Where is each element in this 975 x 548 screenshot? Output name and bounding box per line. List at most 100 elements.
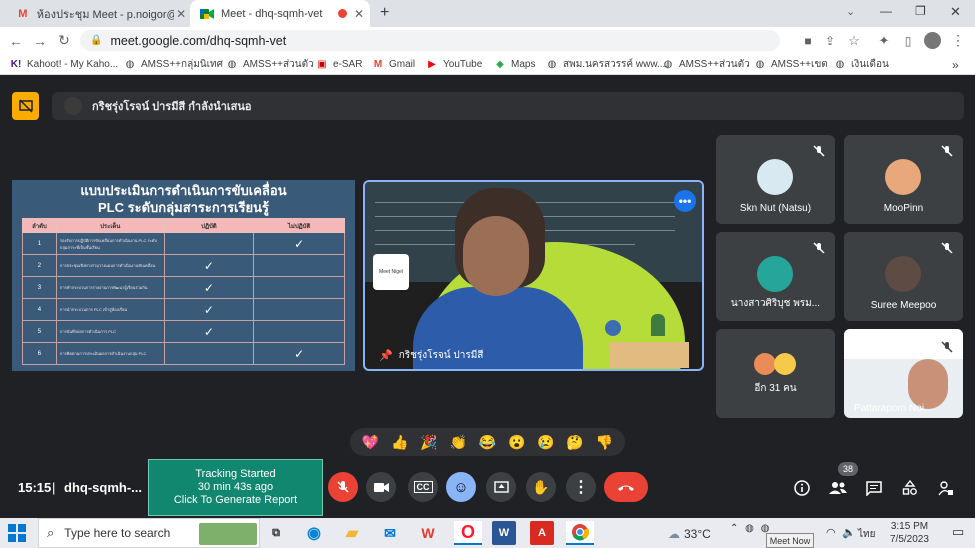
- volume-icon[interactable]: 🔈: [842, 526, 856, 539]
- participant-tile[interactable]: Suree Meepoo: [844, 232, 963, 321]
- end-call-button[interactable]: [604, 472, 648, 502]
- meeting-info-button[interactable]: [790, 476, 814, 500]
- activities-button[interactable]: [898, 476, 922, 500]
- tracking-report-button[interactable]: Tracking Started 30 min 43s ago Click To…: [148, 459, 323, 516]
- check-icon: ✓: [163, 298, 255, 321]
- bookmark-kahoot[interactable]: K! Kahoot! - My Kaho...: [10, 54, 118, 75]
- menu-kebab-icon[interactable]: ⋮: [946, 27, 970, 54]
- more-options-button[interactable]: •••: [674, 190, 696, 212]
- reaction-party[interactable]: 🎉: [420, 434, 437, 451]
- mic-toggle-button[interactable]: [328, 472, 358, 502]
- reaction-heart[interactable]: 💖: [362, 434, 379, 451]
- reaction-laugh[interactable]: 😂: [479, 434, 496, 451]
- bookmark-amss-khet[interactable]: ◍ AMSS++เขต: [754, 54, 828, 75]
- tab-meet[interactable]: Meet - dhq-sqmh-vet ✕: [190, 0, 370, 27]
- table-row: 4 การนำกระบวนการ PLC เข้าสู่ห้องเรียน ✓: [22, 298, 345, 321]
- shared-slide[interactable]: แบบประเมินการดำเนินการขับเคลื่อน PLC ระด…: [12, 180, 355, 371]
- weather-widget[interactable]: ☁ 33°C: [668, 527, 711, 541]
- speaker-name-label: 📌 กริชรุ่งโรจน์ ปารมีสี: [379, 349, 484, 362]
- bookmark-youtube[interactable]: ▶ YouTube: [426, 54, 482, 75]
- tab-search-icon[interactable]: ⌄: [846, 5, 855, 18]
- bookmarks-overflow-icon[interactable]: »: [952, 54, 959, 75]
- close-tab-icon[interactable]: ✕: [352, 7, 366, 21]
- camera-toggle-button[interactable]: [366, 472, 396, 502]
- others-tile[interactable]: อีก 31 คน: [716, 329, 835, 418]
- search-highlight-image: [199, 523, 257, 545]
- active-speaker-tile[interactable]: Meet Nigel ••• 📌 กริชรุ่งโรจน์ ปารมีสี: [363, 180, 704, 371]
- camera-indicator-icon[interactable]: ■: [796, 27, 820, 54]
- meeting-clock: 15:15: [18, 480, 52, 495]
- chevron-up-icon[interactable]: ⌃: [730, 523, 738, 534]
- mail-icon[interactable]: ✉: [378, 521, 402, 545]
- acrobat-icon[interactable]: A: [530, 521, 554, 545]
- reaction-sad[interactable]: 😢: [537, 434, 554, 451]
- captions-button[interactable]: CC: [408, 472, 438, 502]
- reaction-surprised[interactable]: 😮: [508, 434, 525, 451]
- input-language[interactable]: ไทย: [858, 527, 875, 542]
- reaction-thinking[interactable]: 🤔: [566, 434, 583, 451]
- side-panel-icon[interactable]: ▯: [896, 27, 920, 54]
- avatar: [754, 353, 776, 375]
- more-options-button[interactable]: ⋮: [566, 472, 596, 502]
- opera-icon[interactable]: O: [454, 521, 482, 545]
- gmail-icon: M: [18, 7, 28, 20]
- phone-hangup-icon: [618, 485, 634, 491]
- raise-hand-button[interactable]: ✋: [526, 472, 556, 502]
- participant-tile[interactable]: Skn Nut (Natsu): [716, 135, 835, 224]
- mic-off-icon: [811, 240, 827, 256]
- wifi-icon[interactable]: ◠: [826, 526, 836, 539]
- extensions-icon[interactable]: ✦: [872, 27, 896, 54]
- back-icon[interactable]: ←: [4, 27, 28, 54]
- presenting-banner: กริชรุ่งโรจน์ ปารมีสี กำลังนำเสนอ: [52, 92, 964, 120]
- share-icon[interactable]: ⇪: [818, 27, 842, 54]
- edge-icon[interactable]: ◉: [302, 521, 326, 545]
- tab-gmail-meeting[interactable]: M ห้องประชุม Meet - p.noigor@gma ✕: [6, 0, 188, 27]
- reaction-thumbs-down[interactable]: 👎: [596, 434, 613, 451]
- notification-icon[interactable]: ▭: [952, 524, 964, 540]
- meet-icon: [200, 8, 214, 20]
- gmail-icon: M: [373, 59, 383, 70]
- word-icon[interactable]: W: [492, 521, 516, 545]
- system-clock[interactable]: 3:15 PM 7/5/2023: [890, 520, 929, 546]
- bookmark-star-icon[interactable]: ☆: [842, 27, 866, 54]
- pin-icon[interactable]: 📌: [379, 349, 393, 362]
- table-row: 2 การประชุมเชิงทางร่วมวางแผนการดำเนินงาน…: [22, 254, 345, 277]
- stop-presenting-icon[interactable]: [12, 92, 39, 120]
- wps-icon[interactable]: W: [416, 521, 440, 545]
- address-bar[interactable]: 🔒 meet.google.com/dhq-sqmh-vet: [80, 30, 780, 51]
- present-screen-button[interactable]: [486, 472, 516, 502]
- globe-icon: ◍: [663, 59, 673, 70]
- close-tab-icon[interactable]: ✕: [174, 7, 188, 21]
- tray-app-icon[interactable]: ◍: [745, 523, 754, 534]
- participant-tile[interactable]: MooPinn: [844, 135, 963, 224]
- people-button[interactable]: [826, 476, 850, 500]
- bookmark-amss-nithet[interactable]: ◍ AMSS++กลุ่มนิเทศ: [124, 54, 223, 75]
- chat-button[interactable]: [862, 476, 886, 500]
- participant-tile[interactable]: นางสาวศิริบุช พรม...: [716, 232, 835, 321]
- task-view-icon[interactable]: ⧉: [264, 521, 288, 545]
- taskbar-search-input[interactable]: ⌕ Type here to search: [38, 518, 260, 548]
- emoji-reactions-button[interactable]: ☺: [446, 472, 476, 502]
- windows-start-icon[interactable]: [8, 524, 26, 542]
- chrome-icon[interactable]: [566, 521, 594, 545]
- close-window-icon[interactable]: ✕: [950, 4, 961, 20]
- globe-icon: ◍: [227, 59, 237, 70]
- restore-icon[interactable]: ❐: [915, 4, 926, 18]
- minimize-icon[interactable]: —: [880, 4, 892, 18]
- bookmark-salary[interactable]: ◍ เงินเดือน: [834, 54, 889, 75]
- bookmark-spm[interactable]: ◍ สพม.นครสวรรค์ www....: [546, 54, 669, 75]
- participant-tile[interactable]: Pattaraporn Noi...: [844, 329, 963, 418]
- bookmark-amss-personal-2[interactable]: ◍ AMSS++ส่วนตัว: [662, 54, 750, 75]
- profile-avatar[interactable]: [924, 32, 941, 49]
- bookmark-gmail[interactable]: M Gmail: [372, 54, 415, 75]
- bookmark-maps[interactable]: ◆ Maps: [494, 54, 535, 75]
- bookmark-amss-personal[interactable]: ◍ AMSS++ส่วนตัว: [226, 54, 314, 75]
- reload-icon[interactable]: ↻: [52, 27, 76, 54]
- host-controls-button[interactable]: [934, 476, 958, 500]
- bookmark-esar[interactable]: ▣ e-SAR: [316, 54, 362, 75]
- forward-icon[interactable]: →: [28, 27, 52, 54]
- reaction-clap[interactable]: 👏: [450, 434, 467, 451]
- reaction-thumbs-up[interactable]: 👍: [391, 434, 408, 451]
- file-explorer-icon[interactable]: ▰: [340, 521, 364, 545]
- new-tab-button[interactable]: +: [380, 4, 389, 22]
